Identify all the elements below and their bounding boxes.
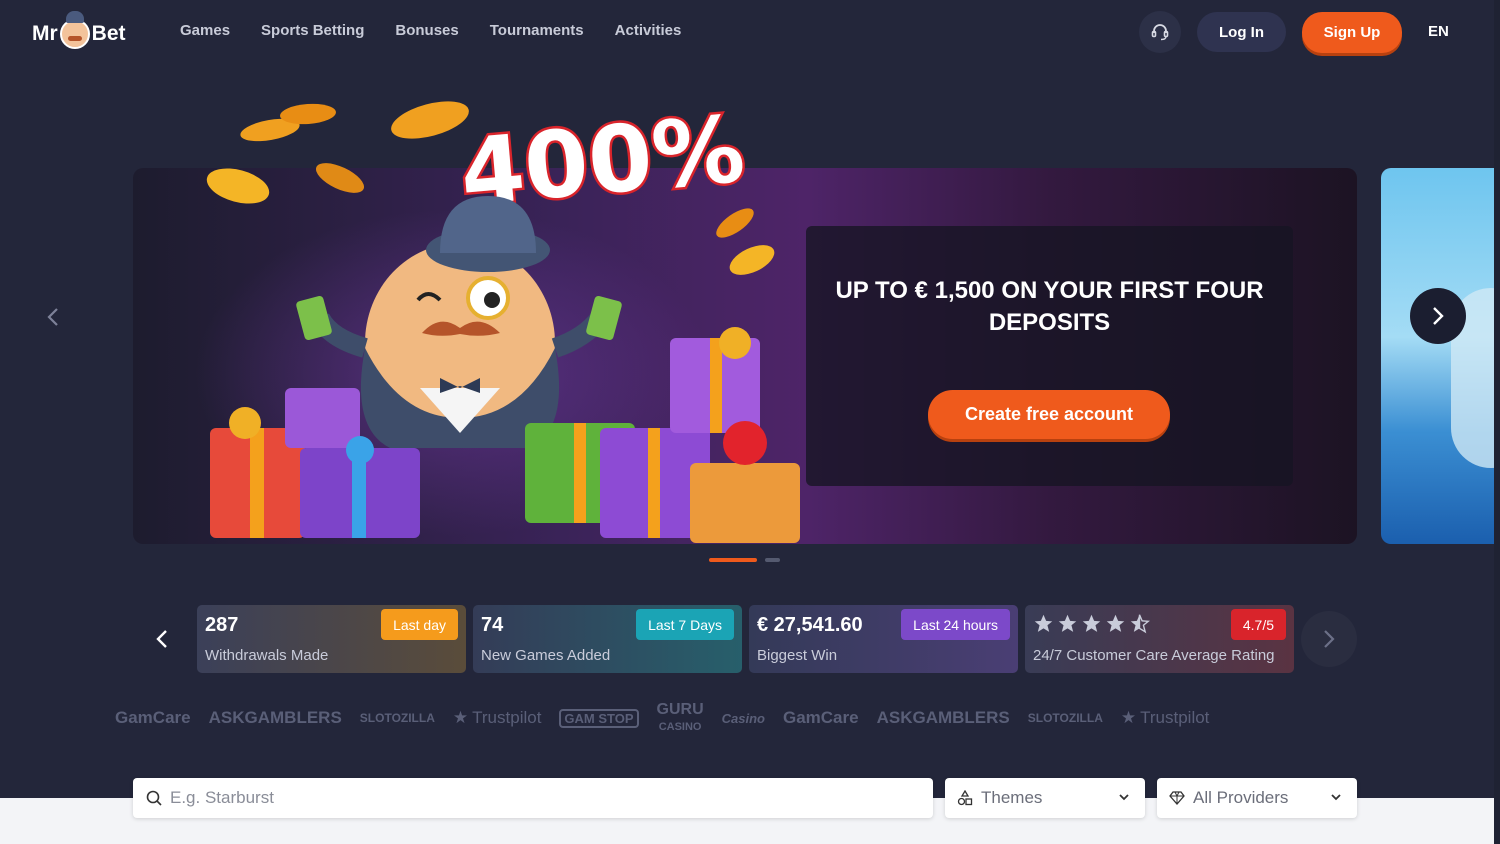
signup-button[interactable]: Sign Up — [1302, 12, 1402, 53]
support-button[interactable] — [1139, 11, 1181, 53]
star-icon — [1082, 614, 1101, 632]
stat-label: New Games Added — [481, 647, 611, 664]
stat-value: 74 — [481, 614, 504, 636]
stat-label: 24/7 Customer Care Average Rating — [1033, 647, 1275, 664]
trust-logo-trustpilot-2: ★ Trustpilot — [1120, 708, 1210, 727]
star-icon — [1034, 614, 1053, 632]
trust-logo-trustpilot: ★ Trustpilot — [452, 708, 542, 727]
carousel-dot-2[interactable] — [765, 558, 780, 562]
diamond-icon — [1169, 790, 1185, 806]
nav-games[interactable]: Games — [180, 22, 230, 39]
stat-value: € 27,541.60 — [757, 614, 863, 636]
chevron-down-icon — [1119, 794, 1129, 801]
trust-logo-gamstop: GAM STOP — [559, 708, 639, 728]
stat-card-new-games: 74 New Games Added Last 7 Days — [473, 605, 742, 673]
next-slide-preview[interactable] — [1381, 168, 1500, 544]
chevron-down-icon — [1331, 794, 1341, 801]
rating-badge: 4.7/5 — [1230, 609, 1286, 640]
half-star-icon — [1130, 614, 1150, 634]
trust-logo-guru: GURU CASINO — [656, 700, 704, 733]
trust-logo-gamcare-2: GamCare — [782, 708, 859, 727]
language-selector[interactable]: EN — [1428, 23, 1449, 40]
create-account-button[interactable]: Create free account — [928, 390, 1170, 439]
themes-dropdown[interactable]: Themes — [945, 778, 1145, 818]
promo-title: UP TO € 1,500 ON YOUR FIRST FOUR DEPOSIT… — [835, 277, 1264, 336]
stat-card-withdrawals: 287 Withdrawals Made Last day — [197, 605, 466, 673]
mascot-illustration: 400% — [206, 93, 800, 543]
brand-name-right: Bet — [91, 22, 126, 45]
game-search-bar[interactable] — [133, 778, 933, 818]
providers-dropdown[interactable]: All Providers — [1157, 778, 1357, 818]
nav-sports-betting[interactable]: Sports Betting — [261, 22, 364, 39]
header: Mr Bet Games Sports Betting Bonuses Tour… — [0, 0, 1500, 64]
search-input[interactable] — [170, 788, 870, 808]
brand-logo[interactable]: Mr Bet — [32, 11, 126, 54]
trust-logos-strip: GamCare ASKGAMBLERS SLOTOZILLA ★ Trustpil… — [115, 700, 1375, 736]
stat-label: Biggest Win — [757, 647, 838, 664]
main-nav: Games Sports Betting Bonuses Tournaments… — [180, 22, 681, 39]
carousel-prev-button[interactable] — [40, 300, 66, 334]
carousel-dot-1[interactable] — [709, 558, 757, 562]
headset-icon — [1151, 24, 1169, 41]
chevron-left-icon — [47, 308, 58, 326]
star-icon: ★ — [1120, 708, 1137, 727]
promo-panel: UP TO € 1,500 ON YOUR FIRST FOUR DEPOSIT… — [806, 226, 1293, 486]
rating-stars — [1033, 613, 1150, 634]
stats-next-button[interactable] — [1301, 611, 1357, 667]
stat-card-biggest-win: € 27,541.60 Biggest Win Last 24 hours — [749, 605, 1018, 673]
carousel-next-button[interactable] — [1410, 288, 1466, 344]
stats-prev-button[interactable] — [147, 622, 177, 656]
nav-bonuses[interactable]: Bonuses — [395, 22, 458, 39]
login-button[interactable]: Log In — [1197, 12, 1286, 52]
chevron-left-icon — [156, 630, 167, 648]
stat-value: 287 — [205, 614, 239, 636]
star-icon — [1106, 614, 1125, 632]
page-scrollbar[interactable] — [1494, 0, 1500, 844]
trust-logo-slotozilla-2: SLOTOZILLA — [1027, 711, 1103, 725]
brand-name-left: Mr — [32, 22, 58, 45]
providers-label: All Providers — [1193, 788, 1289, 807]
chevron-right-icon — [1324, 630, 1335, 648]
stat-card-rating: 24/7 Customer Care Average Rating 4.7/5 — [1025, 605, 1294, 673]
nav-tournaments[interactable]: Tournaments — [490, 22, 584, 39]
trust-logo-askgamblers: ASKGAMBLERS — [208, 708, 342, 727]
stat-badge: Last day — [381, 609, 458, 640]
trust-logo-casino: Casino — [721, 710, 765, 726]
stat-label: Withdrawals Made — [205, 647, 329, 664]
trust-logo-askgamblers-2: ASKGAMBLERS — [876, 708, 1010, 727]
chevron-right-icon — [1433, 307, 1444, 325]
mascot-icon — [59, 11, 90, 49]
nav-activities[interactable]: Activities — [615, 22, 682, 39]
shapes-icon — [957, 790, 973, 806]
search-icon — [146, 790, 162, 806]
stat-badge: Last 24 hours — [901, 609, 1010, 640]
trust-logo-gamcare: GamCare — [115, 708, 191, 727]
stat-badge: Last 7 Days — [636, 609, 734, 640]
themes-label: Themes — [981, 788, 1043, 807]
carousel-pagination — [709, 558, 780, 562]
star-icon: ★ — [452, 708, 469, 727]
trust-logo-slotozilla: SLOTOZILLA — [359, 711, 435, 725]
star-icon — [1058, 614, 1077, 632]
